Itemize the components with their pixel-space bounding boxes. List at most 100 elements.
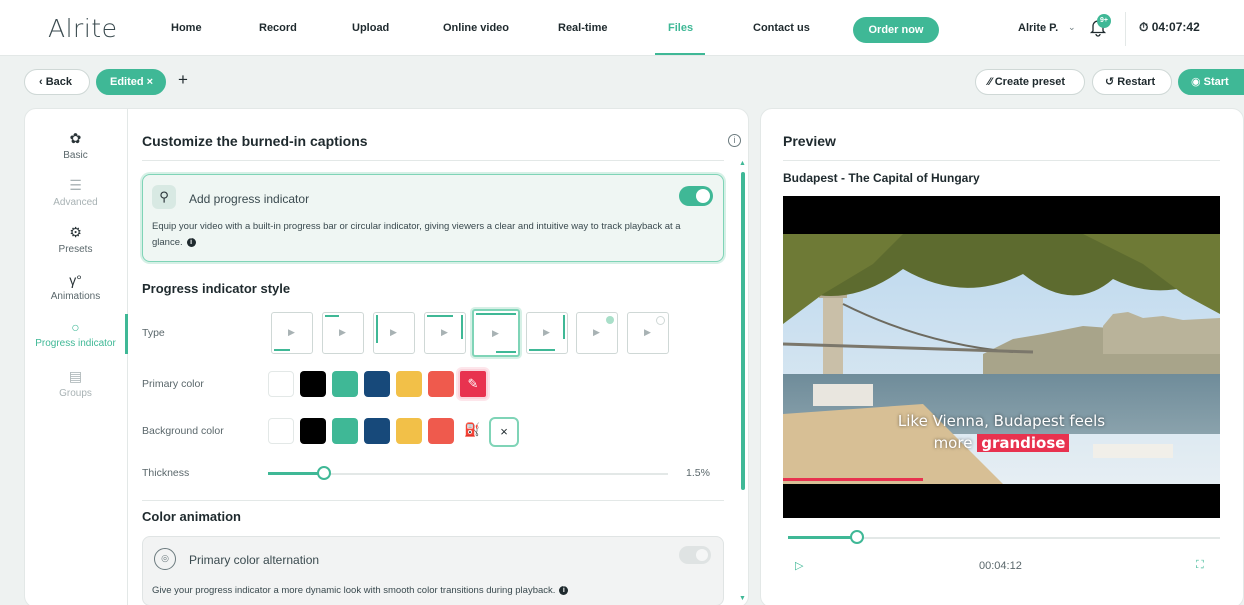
notification-badge: 9+ xyxy=(1097,14,1111,28)
type-option-top-full[interactable]: ▶ xyxy=(424,312,466,354)
section-divider xyxy=(142,500,724,501)
nav-real-time[interactable]: Real-time xyxy=(558,22,608,34)
sidebar-item-advanced[interactable]: ☰ Advanced xyxy=(24,177,127,208)
type-option-left[interactable]: ▶ xyxy=(373,312,415,354)
info-icon[interactable]: i xyxy=(186,237,196,247)
create-preset-button[interactable]: ⁄⁄ Create preset xyxy=(975,69,1085,95)
video-title: Budapest - The Capital of Hungary xyxy=(783,171,980,185)
primary-swatch-blue[interactable] xyxy=(364,371,390,397)
back-button[interactable]: ‹ Back xyxy=(24,69,90,95)
sidebar-item-label: Basic xyxy=(63,150,88,161)
pencil-icon: ✎ xyxy=(467,376,479,391)
progress-preview-bar xyxy=(376,315,378,343)
scroll-up-icon[interactable]: ▲ xyxy=(739,160,746,167)
circular-indicator xyxy=(656,316,665,325)
card-description: Give your progress indicator a more dyna… xyxy=(152,583,712,599)
scroll-down-icon[interactable]: ▼ xyxy=(739,595,746,602)
playback-scrubber[interactable] xyxy=(850,530,865,544)
timer-value: 04:07:42 xyxy=(1151,20,1200,34)
sidebar-item-basic[interactable]: ✿ Basic xyxy=(24,130,127,161)
info-icon[interactable]: i xyxy=(559,585,569,595)
nav-home[interactable]: Home xyxy=(171,22,202,34)
progress-indicator-toggle[interactable] xyxy=(679,186,713,206)
sidebar-item-progress-indicator[interactable]: ○ Progress indicator xyxy=(24,319,127,349)
sidebar-item-label: Animations xyxy=(50,291,101,302)
sidebar-item-animations[interactable]: γ° Animations xyxy=(24,272,127,302)
page-title: Customize the burned-in captions xyxy=(142,133,368,149)
nav-record[interactable]: Record xyxy=(259,22,297,34)
background-swatch-red[interactable] xyxy=(428,418,454,444)
app-logo[interactable]: Alrite xyxy=(48,14,117,43)
type-option-right[interactable]: ▶ xyxy=(526,312,568,354)
add-tab-button[interactable]: + xyxy=(178,70,188,90)
primary-custom-color-button[interactable]: ✎ xyxy=(458,369,488,399)
style-section-title: Progress indicator style xyxy=(142,281,291,296)
fullscreen-icon[interactable]: ⛶ xyxy=(1196,559,1204,572)
type-option-bottom-left[interactable]: ▶ xyxy=(271,312,313,354)
background-swatch-yellow[interactable] xyxy=(396,418,422,444)
chevron-down-icon[interactable]: ⌄ xyxy=(1068,22,1076,33)
nav-online-video[interactable]: Online video xyxy=(443,22,509,34)
paint-roller-icon[interactable]: ⛽ xyxy=(464,422,480,438)
close-icon[interactable]: × xyxy=(144,76,153,88)
type-option-top-left[interactable]: ▶ xyxy=(322,312,364,354)
play-icon: ▶ xyxy=(288,327,295,337)
primary-color-label: Primary color xyxy=(142,378,204,390)
sidebar-item-presets[interactable]: ⚙ Presets xyxy=(24,224,127,255)
top-navigation: Alrite Home Record Upload Online video R… xyxy=(0,0,1244,56)
sidebar-item-groups[interactable]: ▤ Groups xyxy=(24,368,127,399)
type-option-border-selected[interactable]: ▶ xyxy=(472,309,520,357)
card-title: Add progress indicator xyxy=(189,192,310,206)
user-menu[interactable]: Alrite P. xyxy=(1018,22,1058,34)
chevron-left-icon: ‹ xyxy=(39,76,46,88)
no-background-button[interactable]: × xyxy=(489,417,519,447)
type-option-circle-outline[interactable]: ▶ xyxy=(627,312,669,354)
color-alternation-toggle[interactable] xyxy=(679,546,711,564)
progress-preview-bar xyxy=(274,349,290,351)
edited-tab[interactable]: Edited × xyxy=(96,69,166,95)
color-cycle-icon: ◎ xyxy=(154,548,176,570)
background-color-label: Background color xyxy=(142,425,224,437)
primary-swatch-yellow[interactable] xyxy=(396,371,422,397)
color-animation-title: Color animation xyxy=(142,509,241,524)
scrollbar-thumb[interactable] xyxy=(741,172,745,490)
magic-wand-icon: ⁄⁄ xyxy=(988,76,995,88)
background-swatch-white[interactable] xyxy=(268,418,294,444)
background-swatch-black[interactable] xyxy=(300,418,326,444)
play-icon: ▶ xyxy=(593,327,600,337)
info-icon[interactable]: i xyxy=(728,134,741,147)
progress-preview-bar xyxy=(563,315,565,339)
back-label: Back xyxy=(45,76,73,88)
restart-button[interactable]: ↺ Restart xyxy=(1092,69,1172,95)
start-button[interactable]: ◉ Start xyxy=(1178,69,1244,95)
progress-preview-bar xyxy=(529,349,555,351)
sidebar-item-label: Presets xyxy=(58,244,93,255)
nav-files[interactable]: Files xyxy=(668,22,693,34)
title-divider xyxy=(142,160,724,161)
primary-swatch-red[interactable] xyxy=(428,371,454,397)
nav-contact-us[interactable]: Contact us xyxy=(753,22,810,34)
background-swatch-green[interactable] xyxy=(332,418,358,444)
palette-icon: ✿ xyxy=(69,130,82,146)
video-player[interactable]: Like Vienna, Budapest feels more grandio… xyxy=(783,196,1220,518)
sidebar-item-label: Groups xyxy=(59,388,92,399)
order-now-button[interactable]: Order now xyxy=(853,17,939,43)
nav-upload[interactable]: Upload xyxy=(352,22,389,34)
primary-swatch-black[interactable] xyxy=(300,371,326,397)
type-option-circle-filled[interactable]: ▶ xyxy=(576,312,618,354)
play-icon[interactable]: ▷ xyxy=(795,559,803,572)
restart-icon: ↺ xyxy=(1105,76,1118,88)
edited-label: Edited xyxy=(110,76,144,88)
card-description-text: Give your progress indicator a more dyna… xyxy=(152,585,556,596)
thickness-value: 1.5% xyxy=(686,467,710,479)
color-alternation-card: ◎ Primary color alternation Give your pr… xyxy=(142,536,724,605)
sidebar-item-label: Progress indicator xyxy=(35,338,116,349)
preview-divider xyxy=(783,160,1220,161)
primary-swatch-green[interactable] xyxy=(332,371,358,397)
thickness-slider-handle[interactable] xyxy=(317,466,331,480)
primary-swatch-white[interactable] xyxy=(268,371,294,397)
background-swatch-blue[interactable] xyxy=(364,418,390,444)
play-icon: ▶ xyxy=(339,327,346,337)
card-title: Primary color alternation xyxy=(189,553,320,567)
play-icon: ▶ xyxy=(390,327,397,337)
